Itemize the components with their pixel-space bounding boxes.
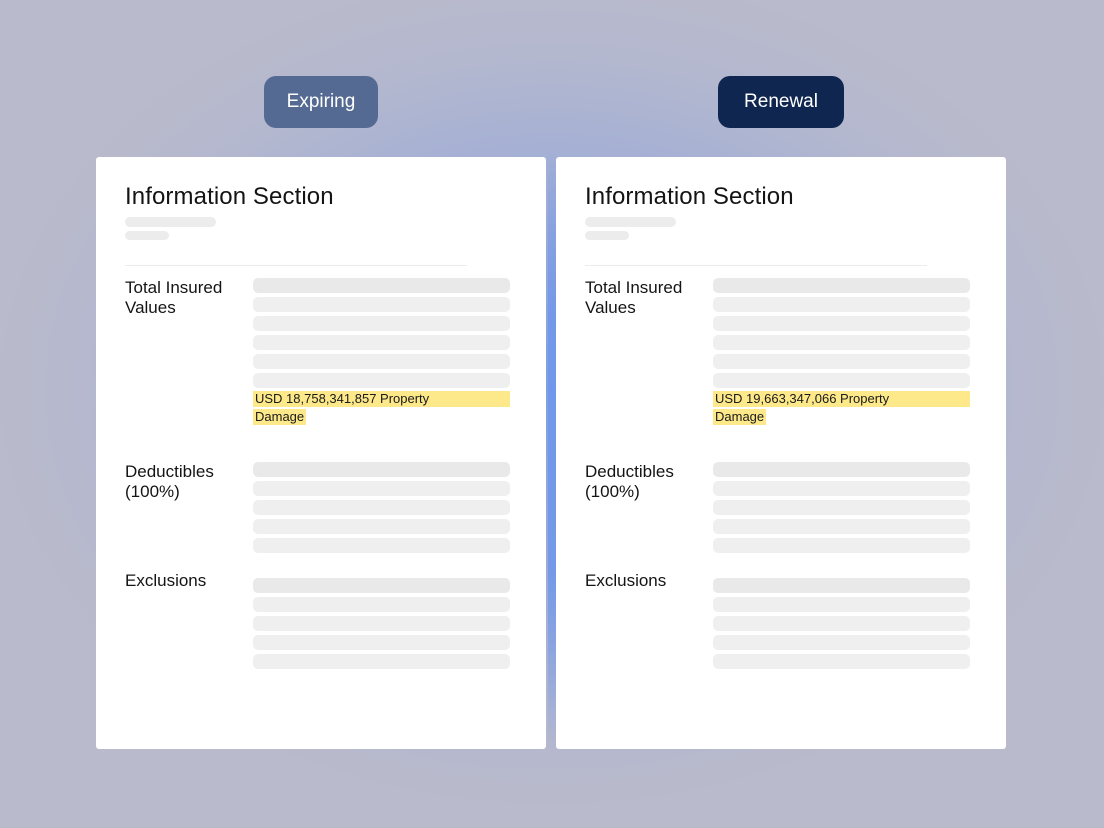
text-placeholder	[713, 578, 970, 593]
text-placeholder	[713, 635, 970, 650]
text-placeholder	[253, 500, 510, 515]
expiring-document-card: Information Section Total Insured Values…	[96, 157, 546, 749]
text-placeholder	[713, 519, 970, 534]
text-placeholder	[253, 354, 510, 369]
subtitle-placeholder-short	[585, 231, 629, 240]
text-placeholder	[713, 538, 970, 553]
subtitle-placeholder-short	[125, 231, 169, 240]
text-placeholder	[713, 462, 970, 477]
text-placeholder	[253, 597, 510, 612]
exclusions-label: Exclusions	[585, 571, 667, 590]
text-placeholder	[713, 297, 970, 312]
text-placeholder	[713, 316, 970, 331]
text-placeholder	[253, 481, 510, 496]
text-placeholder	[253, 616, 510, 631]
total-insured-values-label: Total Insured Values	[585, 278, 683, 317]
text-placeholder	[253, 278, 510, 293]
renewal-tag[interactable]: Renewal	[718, 76, 844, 128]
text-placeholder	[713, 481, 970, 496]
text-placeholder	[713, 616, 970, 631]
subtitle-placeholder	[125, 217, 216, 227]
text-placeholder	[253, 519, 510, 534]
deductibles-label: Deductibles (100%)	[125, 462, 214, 501]
text-placeholder	[253, 297, 510, 312]
highlighted-tiv-value-line2: Damage	[713, 409, 767, 425]
text-placeholder	[713, 373, 970, 388]
text-placeholder	[253, 316, 510, 331]
subtitle-placeholder	[585, 217, 676, 227]
center-divider-glow	[548, 150, 556, 750]
highlighted-tiv-value[interactable]: USD 19,663,347,066 Property Damage	[713, 391, 970, 426]
text-placeholder	[713, 278, 970, 293]
text-placeholder	[253, 538, 510, 553]
text-placeholder	[713, 335, 970, 350]
deductibles-label: Deductibles (100%)	[585, 462, 674, 501]
highlighted-tiv-value[interactable]: USD 18,758,341,857 Property Damage	[253, 391, 510, 426]
text-placeholder	[253, 578, 510, 593]
page-title: Information Section	[125, 183, 334, 210]
text-placeholder	[253, 462, 510, 477]
page-title: Information Section	[585, 183, 794, 210]
section-divider	[585, 265, 927, 266]
exclusions-label: Exclusions	[125, 571, 207, 590]
text-placeholder	[253, 335, 510, 350]
text-placeholder	[713, 354, 970, 369]
text-placeholder	[253, 654, 510, 669]
highlighted-tiv-value-line1: USD 19,663,347,066 Property	[713, 391, 970, 407]
highlighted-tiv-value-line1: USD 18,758,341,857 Property	[253, 391, 510, 407]
text-placeholder	[253, 373, 510, 388]
text-placeholder	[713, 500, 970, 515]
highlighted-tiv-value-line2: Damage	[253, 409, 307, 425]
text-placeholder	[713, 597, 970, 612]
text-placeholder	[253, 635, 510, 650]
section-divider	[125, 265, 467, 266]
renewal-document-card: Information Section Total Insured Values…	[556, 157, 1006, 749]
expiring-tag[interactable]: Expiring	[264, 76, 378, 128]
text-placeholder	[713, 654, 970, 669]
total-insured-values-label: Total Insured Values	[125, 278, 223, 317]
